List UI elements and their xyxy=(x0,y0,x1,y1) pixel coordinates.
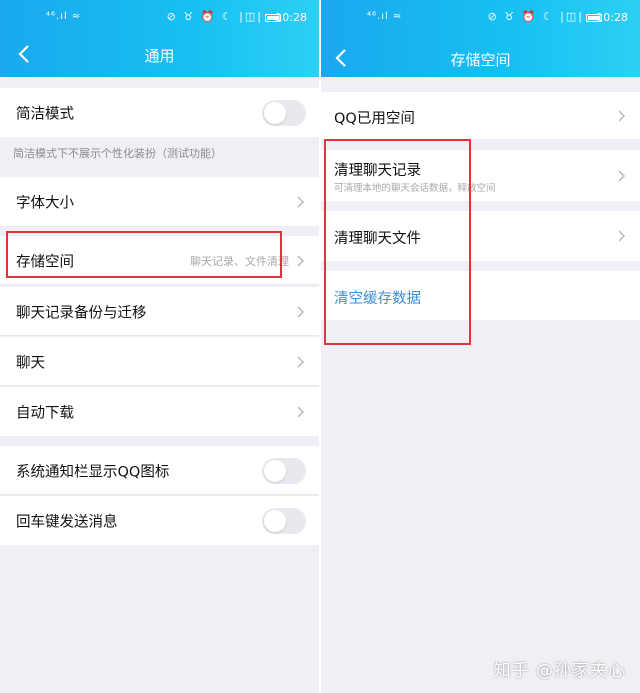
enter-send-row[interactable]: 回车键发送消息 xyxy=(0,496,319,545)
storage-space-screen: ⁴⁶.ıl ≈ ⊘ ♉ ⏰ ☾ |◫| 10:28 存储空间 QQ已用空间 清理… xyxy=(321,0,640,693)
enter-send-toggle[interactable] xyxy=(262,507,306,534)
notification-qq-icon-row[interactable]: 系统通知栏显示QQ图标 xyxy=(0,446,319,495)
status-icons: ⊘ ♉ ⏰ ☾ |◫| xyxy=(487,10,584,23)
qq-used-space-label: QQ已用空间 xyxy=(334,111,415,127)
chat-row[interactable]: 聊天 xyxy=(0,337,319,386)
general-settings-screen: ⁴⁶.ıl ≈ ⊘ ♉ ⏰ ☾ |◫| 10:28 通用 简洁模式 简洁模式下不… xyxy=(0,0,319,693)
clear-chat-records-subtitle: 可清理本地的聊天会话数据，释放空间 xyxy=(334,183,496,194)
chat-label: 聊天 xyxy=(16,355,45,371)
chat-backup-label: 聊天记录备份与迁移 xyxy=(16,305,147,321)
concise-mode-note: 简洁模式下不展示个性化装扮（测试功能） xyxy=(13,147,222,160)
chevron-right-icon xyxy=(618,230,626,242)
status-bar: ⁴⁶.ıl ≈ ⊘ ♉ ⏰ ☾ |◫| 10:28 xyxy=(321,10,640,27)
toggle-knob xyxy=(264,459,286,482)
status-icons: ⊘ ♉ ⏰ ☾ |◫| xyxy=(166,10,263,23)
storage-space-hint: 聊天记录、文件清理 xyxy=(190,254,289,268)
chevron-right-icon xyxy=(297,195,305,208)
header-bar: ⁴⁶.ıl ≈ ⊘ ♉ ⏰ ☾ |◫| 10:28 通用 xyxy=(0,0,319,77)
chevron-right-icon xyxy=(618,169,626,182)
clear-cache-row[interactable]: 清空缓存数据 xyxy=(321,271,640,320)
font-size-row[interactable]: 字体大小 xyxy=(0,177,319,226)
chevron-right-icon xyxy=(297,305,305,318)
chevron-right-icon xyxy=(618,109,626,122)
notification-qq-icon-toggle[interactable] xyxy=(262,457,306,484)
watermark: 知乎 @孙家夹心 xyxy=(493,661,626,681)
qq-used-space-row[interactable]: QQ已用空间 xyxy=(321,92,640,139)
auto-download-label: 自动下载 xyxy=(16,405,74,421)
concise-mode-label: 简洁模式 xyxy=(16,106,74,122)
concise-mode-row[interactable]: 简洁模式 xyxy=(0,88,319,137)
status-bar: ⁴⁶.ıl ≈ ⊘ ♉ ⏰ ☾ |◫| 10:28 xyxy=(0,10,319,27)
page-title: 存储空间 xyxy=(450,51,511,69)
page-title: 通用 xyxy=(144,47,175,65)
font-size-label: 字体大小 xyxy=(16,195,74,211)
storage-space-row[interactable]: 存储空间 聊天记录、文件清理 xyxy=(0,236,319,285)
chat-backup-row[interactable]: 聊天记录备份与迁移 xyxy=(0,287,319,336)
chevron-right-icon xyxy=(297,254,305,267)
clear-chat-records-row[interactable]: 清理聊天记录 可清理本地的聊天会话数据，释放空间 xyxy=(321,150,640,201)
notification-qq-icon-label: 系统通知栏显示QQ图标 xyxy=(16,464,170,480)
chevron-right-icon xyxy=(297,355,305,368)
chevron-right-icon xyxy=(297,405,305,418)
clear-chat-files-row[interactable]: 清理聊天文件 xyxy=(321,211,640,261)
concise-mode-toggle[interactable] xyxy=(262,99,306,126)
signal-icon: ⁴⁶.ıl ≈ xyxy=(46,11,82,22)
toggle-knob xyxy=(264,101,286,124)
enter-send-label: 回车键发送消息 xyxy=(16,514,118,530)
auto-download-row[interactable]: 自动下载 xyxy=(0,387,319,436)
signal-icon: ⁴⁶.ıl ≈ xyxy=(367,11,403,22)
clear-chat-records-label: 清理聊天记录 xyxy=(334,163,421,179)
status-time: 10:28 xyxy=(596,11,628,24)
toggle-knob xyxy=(264,509,286,532)
clear-cache-button[interactable]: 清空缓存数据 xyxy=(334,287,421,308)
header-bar: ⁴⁶.ıl ≈ ⊘ ♉ ⏰ ☾ |◫| 10:28 存储空间 xyxy=(321,0,640,77)
status-time: 10:28 xyxy=(275,11,307,24)
storage-space-label: 存储空间 xyxy=(16,254,74,270)
clear-chat-files-label: 清理聊天文件 xyxy=(334,231,421,247)
